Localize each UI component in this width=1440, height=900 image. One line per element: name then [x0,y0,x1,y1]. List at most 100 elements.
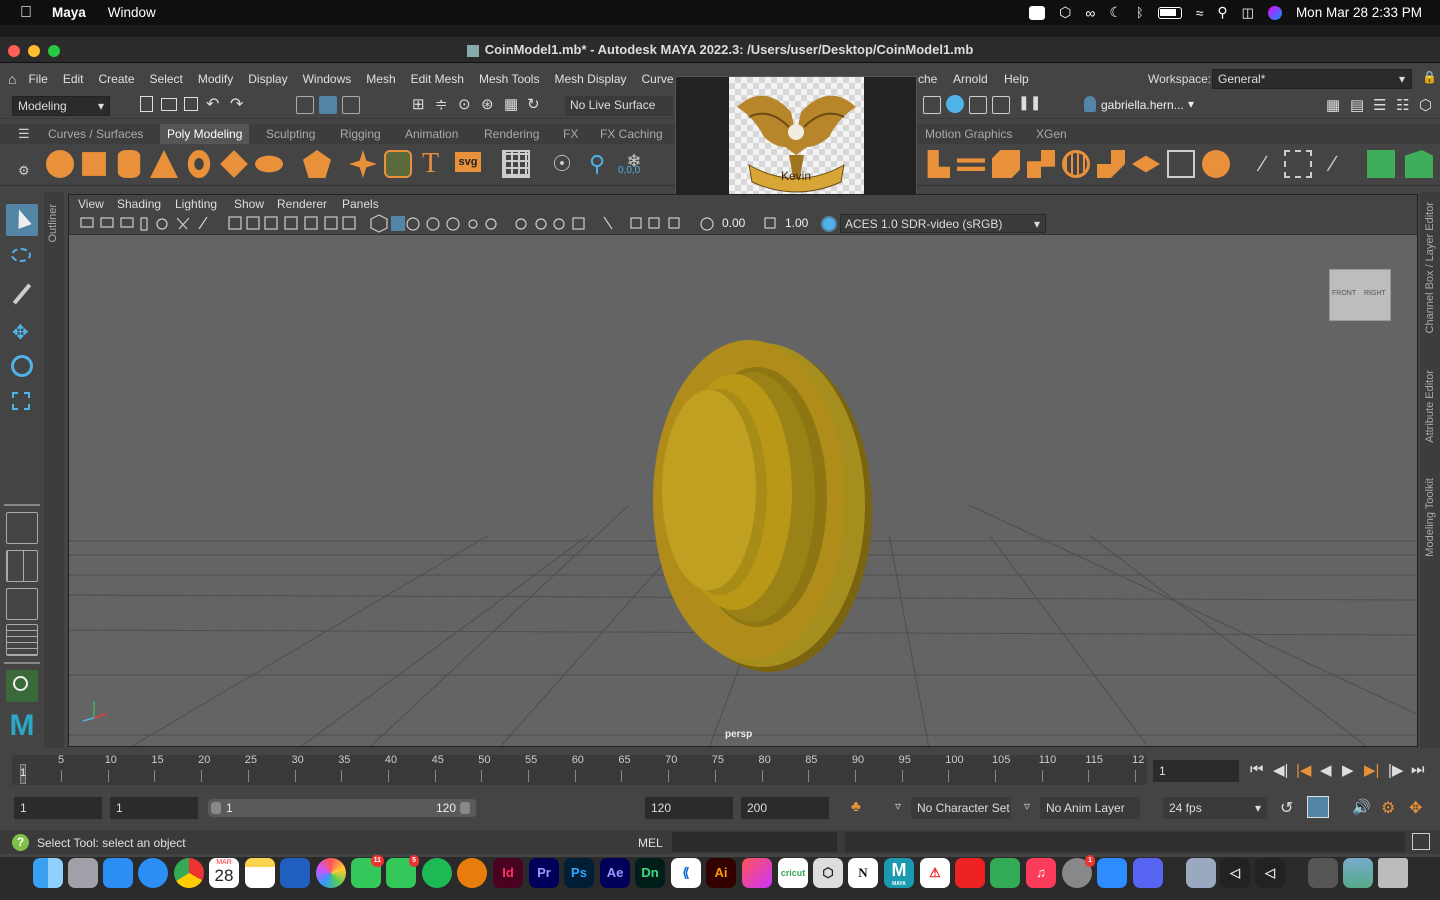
chevron-down-icon[interactable]: ▿ [895,799,901,813]
range-handle-left[interactable] [211,802,221,814]
safari-icon[interactable] [138,858,168,888]
screenshots-folder-icon[interactable] [1343,858,1373,888]
bevel-icon[interactable] [992,150,1020,178]
scale-tool-button[interactable] [6,386,38,418]
menu-windows[interactable]: Windows [303,72,352,86]
edge-loop-icon[interactable] [1284,150,1312,178]
menu-mesh[interactable]: Mesh [366,72,395,86]
open-scene-icon[interactable] [161,98,177,111]
apple-icon[interactable]:  [20,4,32,22]
tab-rigging[interactable]: Rigging [340,127,381,141]
outliner-tab[interactable]: Outliner [44,192,64,748]
sidebar-toggle-icon[interactable]: ▦ [1326,96,1340,114]
single-perspective-layout-button[interactable] [6,512,38,544]
viewport-menu-panels[interactable]: Panels [342,197,379,211]
redo-icon[interactable]: ↷ [230,94,243,114]
zoom-button[interactable] [48,45,60,57]
modeling-toolkit-icon[interactable]: ⬡ [1419,96,1432,114]
trash-icon[interactable] [1378,858,1408,888]
downloads-folder-icon[interactable] [1186,858,1216,888]
viewport-menu-shading[interactable]: Shading [117,197,161,211]
adobe-express-icon[interactable] [955,858,985,888]
new-scene-icon[interactable] [140,96,153,112]
maya-icon[interactable]: M MAYA [884,858,914,888]
menu-mesh-display[interactable]: Mesh Display [554,72,626,86]
photos-icon[interactable] [316,858,346,888]
move-tool-button[interactable]: ✥ [6,314,38,346]
poly-cube-icon[interactable] [82,152,106,176]
attribute-editor-tab[interactable]: Attribute Editor [1424,370,1436,443]
animation-start-field[interactable]: 1 [14,797,102,819]
command-line-input[interactable] [672,832,837,852]
photoshop-icon[interactable]: Ps [564,858,594,888]
assign-material-icon[interactable] [1367,150,1395,178]
dev-tools-icon[interactable]: ✥ [1409,798,1422,818]
step-forward-frame-icon[interactable]: ▶| [1364,761,1379,779]
acrobat-icon[interactable]: ⚠ [920,858,950,888]
planar-mapping-icon[interactable]: ⚲ [583,150,611,178]
gamma-value[interactable]: 1.00 [785,216,808,230]
type-tool-icon[interactable]: T [422,148,439,180]
play-forward-icon[interactable]: ▶ [1342,761,1354,779]
unity-editor-icon[interactable]: ◁ [1255,858,1285,888]
slide-edge-icon[interactable]: ∕ [1319,150,1347,178]
siri-icon[interactable] [1267,5,1282,20]
tab-fx[interactable]: FX [563,127,578,141]
menu-edit[interactable]: Edit [63,72,84,86]
menu-modify[interactable]: Modify [198,72,233,86]
script-editor-icon[interactable] [1412,833,1430,850]
zoom-app-icon[interactable] [1097,858,1127,888]
dimension-icon[interactable]: Dn [635,858,665,888]
playback-start-field[interactable]: 1 [110,797,198,819]
menu-mesh-tools[interactable]: Mesh Tools [479,72,539,86]
viewport-toolbar-icons[interactable] [79,213,779,235]
launchpad-icon[interactable] [68,858,98,888]
time-slider[interactable]: 1 5 10 15 20 25 30 35 40 45 50 55 60 65 70 75 80 85 90 95 1… [0,750,1440,792]
menu-select[interactable]: Select [150,72,183,86]
target-weld-icon[interactable]: ∕ [1249,150,1277,178]
select-hierarchy-icon[interactable] [296,96,314,114]
unity-icon[interactable]: ⬡ [813,858,843,888]
animation-prefs-icon[interactable]: ⚙ [1381,798,1395,818]
exposure-value[interactable]: 0.00 [722,216,745,230]
pause-icon[interactable]: ❚❚ [1018,94,1041,111]
smooth-icon[interactable] [1062,150,1090,178]
play-backward-icon[interactable]: ◀ [1320,761,1332,779]
snap-surface-icon[interactable]: ▦ [504,95,518,113]
modeling-toolkit-tab[interactable]: Modeling Toolkit [1424,478,1436,557]
rotate-tool-button[interactable] [6,350,38,382]
cricut-icon[interactable]: cricut [778,858,808,888]
tab-rendering[interactable]: Rendering [484,127,539,141]
mail-icon[interactable] [103,858,133,888]
playback-end-field[interactable]: 120 [645,797,733,819]
poly-cylinder-icon[interactable] [117,150,141,178]
messages-icon[interactable]: 5 [386,855,419,888]
user-account-menu[interactable]: gabriella.hern... [1101,98,1184,112]
uv-editor-icon[interactable] [502,150,530,178]
multi-cut-icon[interactable] [1167,150,1195,178]
range-handle-right[interactable] [460,802,470,814]
screen-record-icon[interactable] [1029,5,1046,20]
game-app-icon[interactable] [990,858,1020,888]
viewport-menu-view[interactable]: View [78,197,104,211]
auto-key-icon[interactable]: ♣ [851,798,861,815]
loop-icon[interactable]: ↺ [1280,798,1293,818]
channel-box-tab[interactable]: Channel Box / Layer Editor [1424,202,1436,333]
maya-logo-icon[interactable]: M [6,710,38,742]
control-center-icon[interactable]: ◫ [1242,5,1254,21]
tab-poly-modeling[interactable]: Poly Modeling [160,124,250,144]
close-button[interactable] [8,45,20,57]
poly-disc-icon[interactable] [255,155,283,173]
select-tool-button[interactable] [6,204,38,236]
system-preferences-icon[interactable]: 1 [1062,855,1095,888]
shelf-gear-icon[interactable]: ⚙ [18,163,30,179]
spotify-icon[interactable] [422,858,452,888]
snap-rotate-icon[interactable]: ↻ [527,95,540,113]
search-icon[interactable]: ⚲ [1217,4,1227,21]
current-frame-field[interactable]: 1 [1153,760,1239,782]
premiere-icon[interactable]: Pr [529,858,559,888]
calendar-icon[interactable]: MAR 28 [209,858,239,888]
search-tool-button[interactable] [6,670,38,702]
hypershade-icon[interactable] [992,96,1010,114]
blender-icon[interactable] [457,858,487,888]
